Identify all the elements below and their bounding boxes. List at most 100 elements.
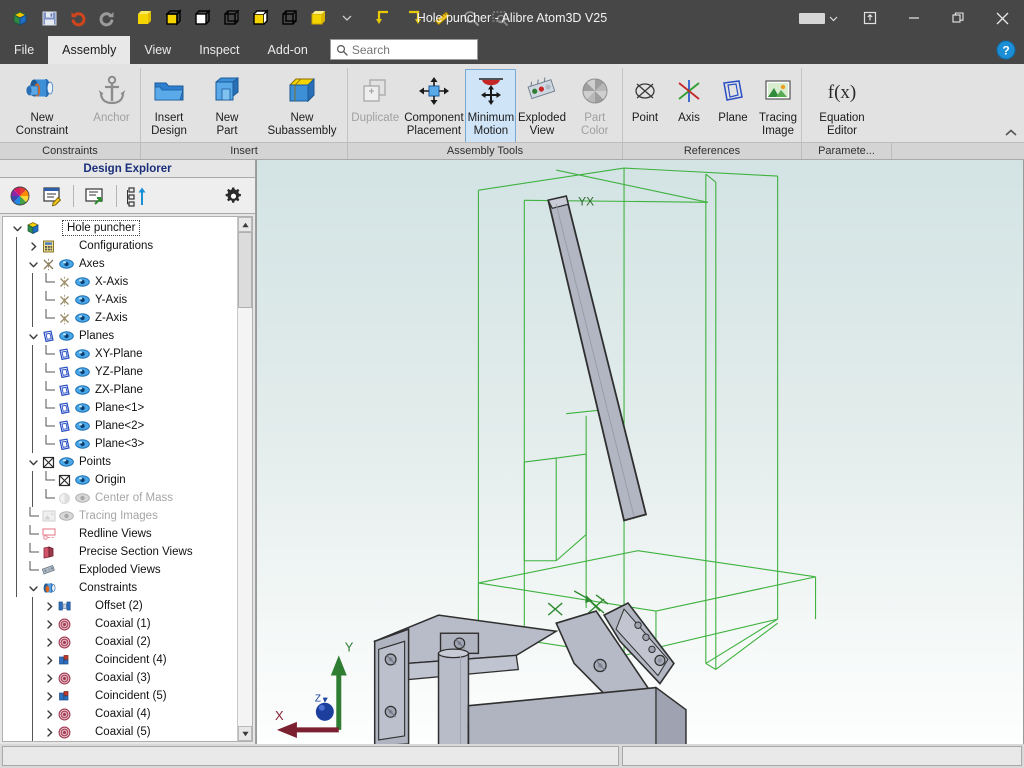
chevron-down-icon[interactable] — [27, 327, 40, 345]
visibility-eye-icon[interactable] — [73, 313, 92, 323]
menu-inspect[interactable]: Inspect — [185, 36, 253, 64]
chevron-right-icon[interactable] — [43, 723, 56, 741]
design-tree[interactable]: Hole puncher Configurations Axes X-Axis Y-Ax… — [3, 217, 237, 741]
visibility-eye-icon[interactable] — [57, 259, 76, 269]
tree-item-axes[interactable]: Axes — [3, 255, 237, 273]
menu-view[interactable]: View — [130, 36, 185, 64]
minimum-motion-button[interactable]: Minimum Motion — [465, 69, 517, 152]
chevron-right-icon[interactable] — [43, 705, 56, 723]
menu-assembly[interactable]: Assembly — [48, 36, 131, 64]
tree-sort-icon[interactable] — [123, 182, 153, 210]
hidden-line-view-icon[interactable] — [188, 4, 216, 32]
tracing-image-button[interactable]: Tracing Image — [755, 69, 801, 152]
chevron-down-icon[interactable] — [27, 579, 40, 597]
tree-item-points[interactable]: Points — [3, 453, 237, 471]
scroll-up-button[interactable] — [238, 217, 252, 232]
shaded-view-icon[interactable] — [130, 4, 158, 32]
tree-item-z-axis[interactable]: Z-Axis — [3, 309, 237, 327]
tree-item-hole-puncher[interactable]: Hole puncher — [3, 219, 237, 237]
tree-item-x-axis[interactable]: X-Axis — [3, 273, 237, 291]
chevron-down-icon[interactable] — [27, 453, 40, 471]
tree-item-coincident-5[interactable]: Coincident (5) — [3, 687, 237, 705]
insert-design-button[interactable]: Insert Design — [141, 69, 197, 152]
punch-cylinder[interactable] — [437, 648, 470, 744]
scroll-thumb[interactable] — [238, 232, 252, 308]
shaded-edges-view-icon[interactable] — [159, 4, 187, 32]
visibility-eye-icon[interactable] — [73, 367, 92, 377]
chevron-right-icon[interactable] — [43, 687, 56, 705]
rotate-right-icon[interactable] — [399, 4, 427, 32]
tree-item-coincident-4[interactable]: Coincident (4) — [3, 651, 237, 669]
tree-item-coaxial-1[interactable]: Coaxial (1) — [3, 615, 237, 633]
visibility-eye-icon[interactable] — [73, 295, 92, 305]
tree-item-constraints[interactable]: Constraints — [3, 579, 237, 597]
component-placement-button[interactable]: Component Placement — [402, 69, 465, 152]
new-constraint-button[interactable]: New Constraint — [0, 69, 84, 152]
handle-lever[interactable] — [547, 195, 648, 522]
zoom-window-icon[interactable] — [486, 4, 514, 32]
new-part-button[interactable]: New Part — [197, 69, 257, 152]
visibility-eye-icon[interactable] — [73, 475, 92, 485]
redo-icon[interactable] — [93, 4, 121, 32]
scroll-down-button[interactable] — [238, 726, 252, 741]
search-input[interactable] — [351, 42, 472, 57]
chevron-right-icon[interactable] — [43, 651, 56, 669]
chevron-down-icon[interactable] — [27, 255, 40, 273]
menu-file[interactable]: File — [0, 36, 48, 64]
zoom-icon[interactable] — [457, 4, 485, 32]
minimize-button[interactable] — [892, 0, 936, 36]
tree-item-offset-2[interactable]: Offset (2) — [3, 597, 237, 615]
realistic-view-icon[interactable] — [246, 4, 274, 32]
visibility-eye-icon[interactable] — [73, 421, 92, 431]
close-button[interactable] — [980, 0, 1024, 36]
tree-scrollbar[interactable] — [237, 217, 252, 741]
axis-button[interactable]: Axis — [667, 69, 711, 152]
anchor-button[interactable]: Anchor — [84, 69, 139, 152]
new-subassembly-button[interactable]: New Subassembly — [257, 69, 347, 152]
tree-item-plane-1[interactable]: Plane<1> — [3, 399, 237, 417]
chevron-right-icon[interactable] — [43, 597, 56, 615]
tree-item-coaxial-5[interactable]: Coaxial (5) — [3, 723, 237, 741]
help-button[interactable]: ? — [996, 40, 1016, 60]
tree-item-yz-plane[interactable]: YZ-Plane — [3, 363, 237, 381]
tree-item-redline-views[interactable]: Redline Views — [3, 525, 237, 543]
hole-puncher-model[interactable] — [373, 195, 862, 744]
export-note-icon[interactable] — [80, 182, 110, 210]
chevron-right-icon[interactable] — [43, 633, 56, 651]
tree-item-origin[interactable]: Origin — [3, 471, 237, 489]
tree-item-zx-plane[interactable]: ZX-Plane — [3, 381, 237, 399]
main-body-frame[interactable] — [467, 686, 687, 744]
transparent-view-icon[interactable] — [275, 4, 303, 32]
visibility-eye-icon[interactable] — [73, 403, 92, 413]
ribbon-collapse-button[interactable] — [1004, 128, 1018, 141]
visibility-eye-icon[interactable] — [57, 331, 76, 341]
tree-item-tracing-images[interactable]: Tracing Images — [3, 507, 237, 525]
equation-editor-button[interactable]: f(x) Equation Editor — [802, 69, 882, 152]
save-icon[interactable] — [35, 4, 63, 32]
point-button[interactable]: Point — [623, 69, 667, 152]
visibility-eye-icon[interactable] — [57, 511, 76, 521]
duplicate-button[interactable]: Duplicate — [348, 69, 402, 152]
chevron-right-icon[interactable] — [27, 237, 40, 255]
isometric-view-icon[interactable] — [304, 4, 332, 32]
wireframe-view-icon[interactable] — [217, 4, 245, 32]
search-box[interactable] — [329, 39, 478, 60]
tree-item-planes[interactable]: Planes — [3, 327, 237, 345]
tree-item-coaxial-4[interactable]: Coaxial (4) — [3, 705, 237, 723]
tree-item-precise-section-views[interactable]: Precise Section Views — [3, 543, 237, 561]
tree-item-xy-plane[interactable]: XY-Plane — [3, 345, 237, 363]
color-wheel-icon[interactable] — [5, 182, 35, 210]
tree-item-exploded-views[interactable]: Exploded Views — [3, 561, 237, 579]
maximize-button[interactable] — [936, 0, 980, 36]
settings-gear-icon[interactable] — [220, 182, 250, 210]
visibility-eye-icon[interactable] — [73, 349, 92, 359]
visibility-eye-icon[interactable] — [73, 277, 92, 287]
cad-viewport[interactable]: Y X Y X Z — [256, 160, 1024, 744]
part-color-button[interactable]: Part Color — [568, 69, 622, 152]
visibility-eye-icon[interactable] — [73, 493, 92, 503]
tree-item-coaxial-2[interactable]: Coaxial (2) — [3, 633, 237, 651]
edit-properties-icon[interactable] — [37, 182, 67, 210]
tree-item-plane-3[interactable]: Plane<3> — [3, 435, 237, 453]
tree-item-coaxial-3[interactable]: Coaxial (3) — [3, 669, 237, 687]
view-dropdown-icon[interactable] — [333, 4, 361, 32]
